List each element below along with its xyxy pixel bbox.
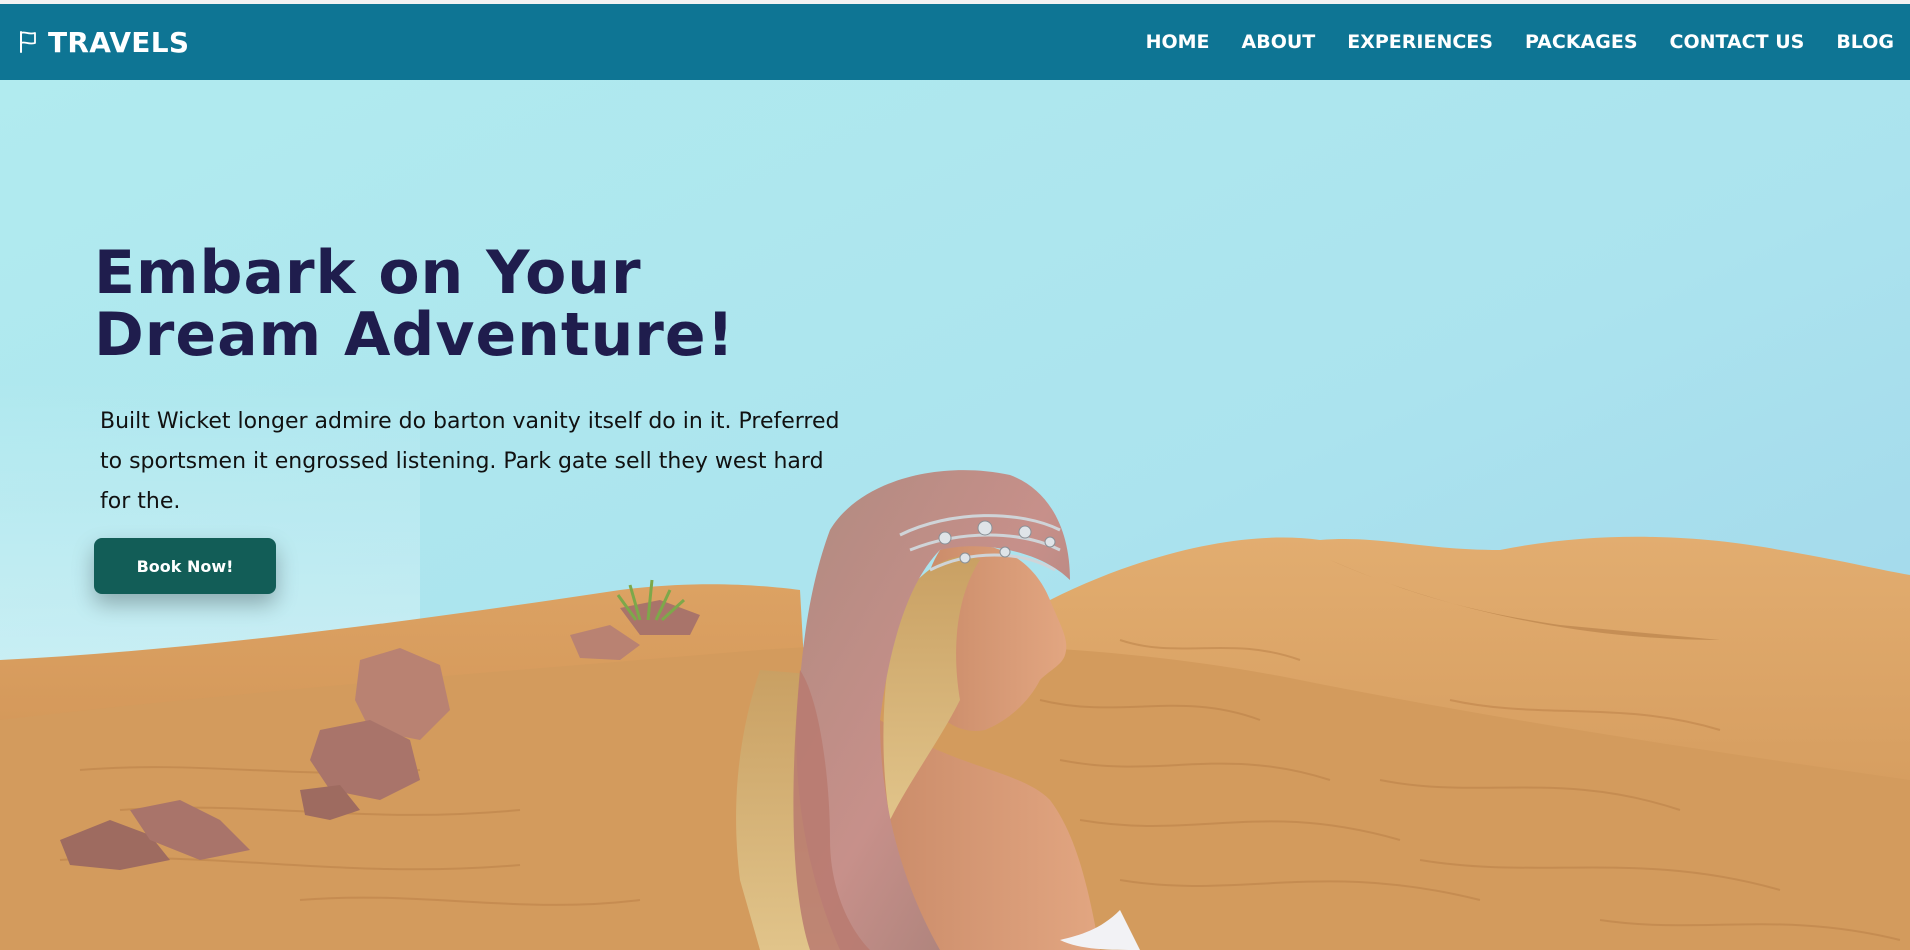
hero-description: Built Wicket longer admire do barton van…	[100, 409, 840, 514]
brand-logo[interactable]: TRAVELS	[18, 26, 189, 59]
book-now-button[interactable]: Book Now!	[94, 538, 276, 594]
nav-home[interactable]: HOME	[1146, 31, 1210, 53]
main-nav: HOME ABOUT EXPERIENCES PACKAGES CONTACT …	[1146, 31, 1894, 53]
brand-name: TRAVELS	[48, 25, 190, 59]
navbar: TRAVELS HOME ABOUT EXPERIENCES PACKAGES …	[0, 4, 1910, 80]
flag-icon	[18, 30, 38, 54]
hero-section: Embark on Your Dream Adventure! Built Wi…	[0, 80, 1910, 950]
hero-content: Embark on Your Dream Adventure! Built Wi…	[94, 242, 874, 594]
page: TRAVELS HOME ABOUT EXPERIENCES PACKAGES …	[0, 0, 1910, 950]
nav-contact-us[interactable]: CONTACT US	[1670, 31, 1805, 53]
nav-blog[interactable]: BLOG	[1836, 31, 1894, 53]
nav-packages[interactable]: PACKAGES	[1525, 31, 1638, 53]
nav-experiences[interactable]: EXPERIENCES	[1347, 31, 1493, 53]
nav-about[interactable]: ABOUT	[1242, 31, 1316, 53]
hero-title: Embark on Your Dream Adventure!	[94, 238, 735, 370]
